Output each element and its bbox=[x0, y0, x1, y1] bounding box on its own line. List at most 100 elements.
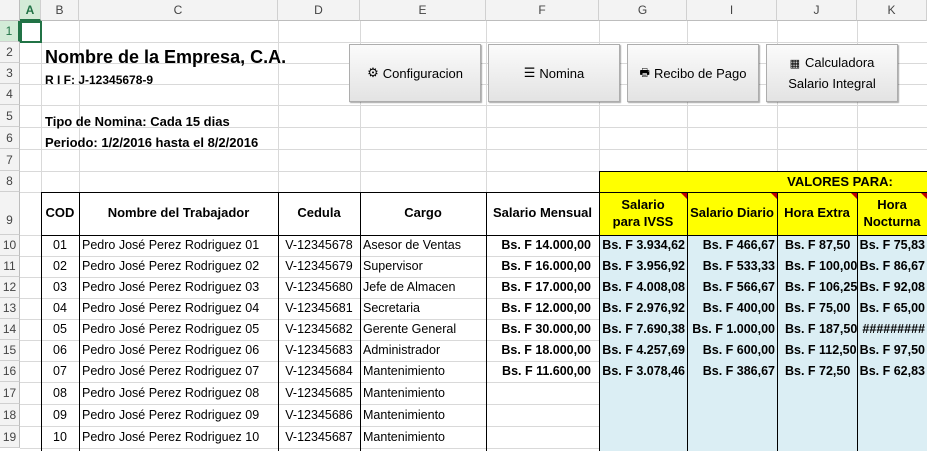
cell-cargo[interactable]: Supervisor bbox=[360, 256, 486, 277]
cell-salario-mensual[interactable]: Bs. F 11.600,00 bbox=[486, 361, 599, 382]
cell-hora-extra[interactable]: Bs. F 112,50 bbox=[777, 340, 857, 361]
row-header-3[interactable]: 3 bbox=[0, 63, 20, 84]
cell-cedula[interactable]: V-12345679 bbox=[278, 256, 360, 277]
row-header-19[interactable]: 19 bbox=[0, 426, 20, 448]
cell-nombre[interactable]: Pedro José Perez Rodriguez 07 bbox=[79, 361, 278, 382]
cell-hora-nocturna[interactable] bbox=[857, 382, 927, 404]
cell-cedula[interactable]: V-12345685 bbox=[278, 382, 360, 404]
cell-salario-mensual[interactable] bbox=[486, 404, 599, 426]
cell-hora-nocturna[interactable]: Bs. F 92,08 bbox=[857, 277, 927, 298]
cell-salario-diario[interactable] bbox=[687, 426, 777, 448]
cell-salario-diario[interactable]: Bs. F 466,67 bbox=[687, 235, 777, 256]
cell-hora-extra[interactable]: Bs. F 100,00 bbox=[777, 256, 857, 277]
row-header-1[interactable]: 1 bbox=[0, 21, 20, 42]
cell-hora-extra[interactable]: Bs. F 106,25 bbox=[777, 277, 857, 298]
comment-indicator-ivss[interactable] bbox=[681, 193, 687, 199]
comment-indicator-nocturna[interactable] bbox=[921, 193, 927, 199]
row-header-14[interactable]: 14 bbox=[0, 319, 20, 340]
column-header-j[interactable]: J bbox=[777, 0, 857, 21]
cell-hora-nocturna[interactable]: Bs. F 75,83 bbox=[857, 235, 927, 256]
cell-hora-nocturna[interactable] bbox=[857, 404, 927, 426]
cell-nombre[interactable]: Pedro José Perez Rodriguez 06 bbox=[79, 340, 278, 361]
cell-salario-diario[interactable] bbox=[687, 404, 777, 426]
cell-salario-ivss[interactable]: Bs. F 4.008,08 bbox=[599, 277, 687, 298]
cell-salario-mensual[interactable]: Bs. F 12.000,00 bbox=[486, 298, 599, 319]
row-header-5[interactable]: 5 bbox=[0, 105, 20, 127]
row-header-2[interactable]: 2 bbox=[0, 42, 20, 63]
cell-nombre[interactable]: Pedro José Perez Rodriguez 02 bbox=[79, 256, 278, 277]
cell-cod[interactable]: 03 bbox=[41, 277, 79, 298]
cell-cod[interactable]: 07 bbox=[41, 361, 79, 382]
active-cell-a1[interactable] bbox=[20, 21, 42, 43]
cell-salario-diario[interactable] bbox=[687, 382, 777, 404]
cell-cedula[interactable]: V-12345678 bbox=[278, 235, 360, 256]
cell-hora-nocturna[interactable]: Bs. F 86,67 bbox=[857, 256, 927, 277]
cell-nombre[interactable]: Pedro José Perez Rodriguez 01 bbox=[79, 235, 278, 256]
calculadora-button[interactable]: ▦ Calculadora Salario Integral bbox=[766, 44, 898, 102]
column-header-i[interactable]: I bbox=[687, 0, 777, 21]
cell-nombre[interactable]: Pedro José Perez Rodriguez 04 bbox=[79, 298, 278, 319]
cell-hora-extra[interactable]: Bs. F 87,50 bbox=[777, 235, 857, 256]
cell-hora-extra[interactable]: Bs. F 75,00 bbox=[777, 298, 857, 319]
cell-salario-ivss[interactable]: Bs. F 4.257,69 bbox=[599, 340, 687, 361]
column-header-g[interactable]: G bbox=[599, 0, 687, 21]
cell-hora-nocturna[interactable]: Bs. F 65,00 bbox=[857, 298, 927, 319]
row-header-7[interactable]: 7 bbox=[0, 149, 20, 171]
cell-cargo[interactable]: Mantenimiento bbox=[360, 426, 486, 448]
cell-salario-diario[interactable]: Bs. F 386,67 bbox=[687, 361, 777, 382]
cell-salario-mensual[interactable]: Bs. F 30.000,00 bbox=[486, 319, 599, 340]
cell-cedula[interactable]: V-12345680 bbox=[278, 277, 360, 298]
row-header-18[interactable]: 18 bbox=[0, 404, 20, 426]
row-header-4[interactable]: 4 bbox=[0, 84, 20, 105]
cell-cedula[interactable]: V-12345686 bbox=[278, 404, 360, 426]
cell-cod[interactable]: 02 bbox=[41, 256, 79, 277]
row-header-9[interactable]: 9 bbox=[0, 192, 20, 235]
row-header-6[interactable]: 6 bbox=[0, 127, 20, 149]
row-header-15[interactable]: 15 bbox=[0, 340, 20, 361]
cell-salario-diario[interactable]: Bs. F 533,33 bbox=[687, 256, 777, 277]
select-all-corner[interactable] bbox=[0, 0, 20, 21]
cell-hora-extra[interactable]: Bs. F 72,50 bbox=[777, 361, 857, 382]
cell-salario-diario[interactable]: Bs. F 600,00 bbox=[687, 340, 777, 361]
cell-cod[interactable]: 06 bbox=[41, 340, 79, 361]
cell-salario-ivss[interactable] bbox=[599, 382, 687, 404]
recibo-de-pago-button[interactable]: 🖶 Recibo de Pago bbox=[627, 44, 759, 102]
cell-hora-extra[interactable] bbox=[777, 426, 857, 448]
cell-salario-ivss[interactable] bbox=[599, 426, 687, 448]
cell-cargo[interactable]: Secretaria bbox=[360, 298, 486, 319]
row-header-10[interactable]: 10 bbox=[0, 235, 20, 256]
row-header-16[interactable]: 16 bbox=[0, 361, 20, 382]
cell-salario-diario[interactable]: Bs. F 400,00 bbox=[687, 298, 777, 319]
cell-cod[interactable]: 08 bbox=[41, 382, 79, 404]
column-header-f[interactable]: F bbox=[486, 0, 599, 21]
cell-salario-ivss[interactable]: Bs. F 7.690,38 bbox=[599, 319, 687, 340]
cell-cedula[interactable]: V-12345684 bbox=[278, 361, 360, 382]
cell-cedula[interactable]: V-12345682 bbox=[278, 319, 360, 340]
cell-cod[interactable]: 09 bbox=[41, 404, 79, 426]
cell-cargo[interactable]: Asesor de Ventas bbox=[360, 235, 486, 256]
cell-salario-diario[interactable]: Bs. F 566,67 bbox=[687, 277, 777, 298]
row-header-11[interactable]: 11 bbox=[0, 256, 20, 277]
column-header-a[interactable]: A bbox=[20, 0, 41, 21]
column-header-c[interactable]: C bbox=[79, 0, 278, 21]
cell-salario-ivss[interactable]: Bs. F 2.976,92 bbox=[599, 298, 687, 319]
nomina-button[interactable]: ☰ Nomina bbox=[488, 44, 620, 102]
cell-salario-diario[interactable]: Bs. F 1.000,00 bbox=[687, 319, 777, 340]
column-header-b[interactable]: B bbox=[41, 0, 79, 21]
cell-salario-ivss[interactable]: Bs. F 3.078,46 bbox=[599, 361, 687, 382]
comment-indicator-extra[interactable] bbox=[851, 193, 857, 199]
cell-hora-nocturna[interactable] bbox=[857, 426, 927, 448]
configuracion-button[interactable]: ⚙ Configuracion bbox=[349, 44, 481, 102]
cell-hora-nocturna[interactable]: ######### bbox=[857, 319, 927, 340]
cell-hora-extra[interactable] bbox=[777, 382, 857, 404]
row-header-8[interactable]: 8 bbox=[0, 171, 20, 192]
cell-salario-mensual[interactable]: Bs. F 17.000,00 bbox=[486, 277, 599, 298]
cell-nombre[interactable]: Pedro José Perez Rodriguez 03 bbox=[79, 277, 278, 298]
cell-cargo[interactable]: Jefe de Almacen bbox=[360, 277, 486, 298]
cell-nombre[interactable]: Pedro José Perez Rodriguez 09 bbox=[79, 404, 278, 426]
cell-salario-ivss[interactable]: Bs. F 3.956,92 bbox=[599, 256, 687, 277]
cell-nombre[interactable]: Pedro José Perez Rodriguez 10 bbox=[79, 426, 278, 448]
cell-hora-extra[interactable] bbox=[777, 404, 857, 426]
cell-nombre[interactable]: Pedro José Perez Rodriguez 08 bbox=[79, 382, 278, 404]
comment-indicator-diario[interactable] bbox=[771, 193, 777, 199]
